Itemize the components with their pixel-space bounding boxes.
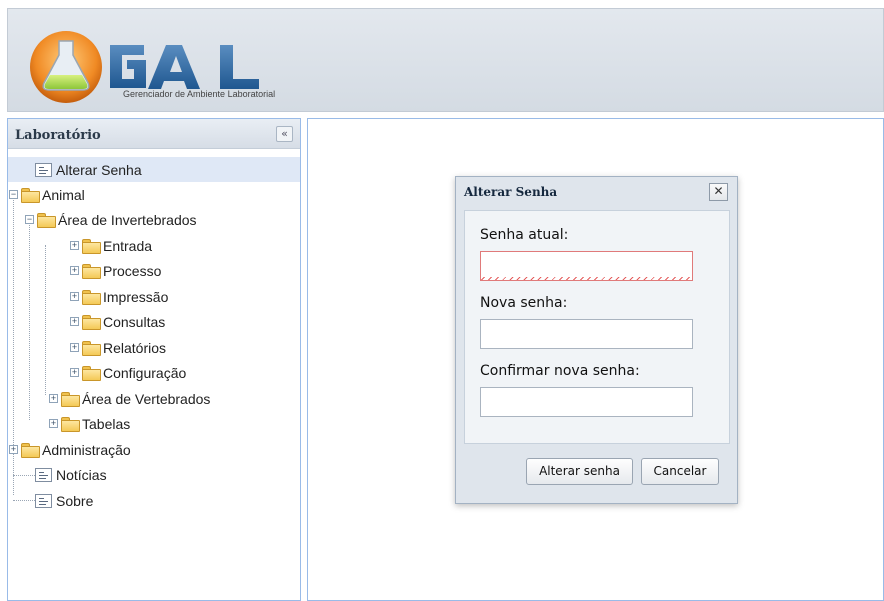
navigation-panel: Laboratório « Alterar Senha − Animal − Á… [7,118,301,601]
current-password-label: Senha atual: [480,227,569,243]
tree-item-label: Animal [42,186,85,203]
tree-item-label: Impressão [103,288,169,305]
confirm-password-label: Confirmar nova senha: [480,363,640,379]
app-header: Gerenciador de Ambiente Laboratorial [7,8,884,112]
confirm-password-input[interactable] [480,387,693,417]
folder-open-icon [37,213,56,228]
panel-title: Laboratório [15,128,101,143]
expand-node-icon[interactable]: + [70,343,79,352]
tree-item-relatorios[interactable]: + Relatórios [8,335,166,360]
cancel-button[interactable]: Cancelar [641,458,719,485]
folder-open-icon [21,188,40,203]
close-dialog-button[interactable]: ✕ [709,183,728,201]
document-icon [35,467,52,482]
expand-node-icon[interactable]: + [49,394,58,403]
tree-item-label: Área de Invertebrados [58,211,197,228]
folder-icon [61,392,80,407]
tree-item-label: Notícias [56,466,107,483]
document-icon [35,493,52,508]
folder-icon [82,315,101,330]
tree-item-label: Processo [103,262,162,279]
collapse-node-icon[interactable]: − [9,190,18,199]
folder-icon [61,417,80,432]
expand-node-icon[interactable]: + [70,292,79,301]
tree-item-area-invertebrados[interactable]: − Área de Invertebrados [8,207,197,232]
folder-icon [82,341,101,356]
expand-node-icon[interactable]: + [9,445,18,454]
tree-item-processo[interactable]: + Processo [8,258,161,283]
expand-node-icon[interactable]: + [49,419,58,428]
tree-item-entrada[interactable]: + Entrada [8,233,152,258]
tree-item-tabelas[interactable]: + Tabelas [8,411,130,436]
tree-item-administracao[interactable]: + Administração [8,437,131,462]
collapse-panel-button[interactable]: « [276,126,293,142]
tree-item-label: Tabelas [82,415,131,432]
tree-item-consultas[interactable]: + Consultas [8,309,165,334]
tree-item-label: Alterar Senha [56,161,142,178]
alterar-senha-button[interactable]: Alterar senha [526,458,633,485]
panel-header: Laboratório « [8,119,300,149]
tree-item-label: Área de Vertebrados [82,390,211,407]
expand-node-icon[interactable]: + [70,241,79,250]
close-icon: ✕ [713,184,724,198]
tree-item-label: Administração [42,441,131,458]
tree-item-label: Entrada [103,237,153,254]
expand-node-icon[interactable]: + [70,317,79,326]
current-password-input[interactable] [480,251,693,281]
tree-item-sobre[interactable]: Sobre [8,488,93,513]
tree-item-animal[interactable]: − Animal [8,182,85,207]
folder-icon [82,239,101,254]
new-password-label: Nova senha: [480,295,568,311]
tree-item-label: Consultas [103,313,166,330]
password-form: Senha atual: Nova senha: Confirmar nova … [464,210,730,444]
tree-item-area-vertebrados[interactable]: + Área de Vertebrados [8,386,210,411]
folder-icon [82,366,101,381]
logo-tagline: Gerenciador de Ambiente Laboratorial [123,89,276,99]
tree-item-label: Configuração [103,364,187,381]
tree-item-configuracao[interactable]: + Configuração [8,360,186,385]
folder-icon [82,290,101,305]
tree-item-label: Relatórios [103,339,167,356]
expand-node-icon[interactable]: + [70,368,79,377]
tree-item-impressao[interactable]: + Impressão [8,284,168,309]
tree-item-alterar-senha[interactable]: Alterar Senha [8,157,300,182]
double-chevron-left-icon: « [281,127,288,140]
new-password-input[interactable] [480,319,693,349]
tree-item-noticias[interactable]: Notícias [8,462,107,487]
folder-icon [82,264,101,279]
expand-node-icon[interactable]: + [70,266,79,275]
folder-icon [21,443,40,458]
dialog-title: Alterar Senha [464,185,558,199]
collapse-node-icon[interactable]: − [25,215,34,224]
tree-item-label: Sobre [56,492,94,509]
document-icon [35,162,52,177]
alterar-senha-dialog: Alterar Senha ✕ Senha atual: Nova senha:… [455,176,738,504]
gal-logo: Gerenciador de Ambiente Laboratorial [26,23,321,107]
